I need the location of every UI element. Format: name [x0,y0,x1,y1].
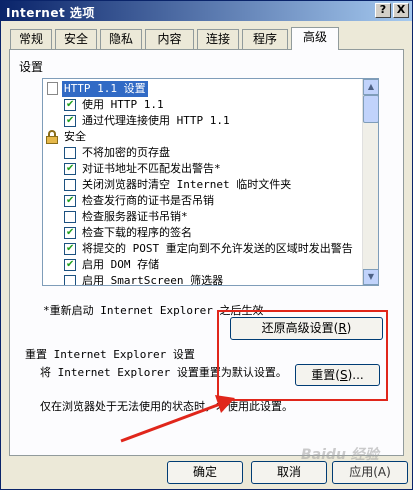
settings-group-label: 设置 [19,60,44,74]
lock-icon [45,130,59,144]
restore-advanced-settings-button[interactable]: 还原高级设置(R) [230,317,383,340]
scrollbar[interactable]: ▲ ▼ [362,79,378,285]
tab-content[interactable]: 内容 [145,29,194,49]
reset-button-accel: S [339,368,348,382]
reset-description: 将 Internet Explorer 设置重置为默认设置。 [40,366,287,379]
cancel-button[interactable]: 取消 [251,461,327,484]
list-item[interactable]: 启用 SmartScreen 筛选器 [43,273,363,286]
checkbox[interactable] [64,113,76,129]
tab-security[interactable]: 安全 [55,29,97,49]
list-item-label: 检查发行商的证书是否吊销 [82,194,214,207]
window-title: Internet 选项 [6,6,95,20]
list-item[interactable]: 不将加密的页存盘 [43,145,363,161]
list-item-label: 将提交的 POST 重定向到不允许发送的区域时发出警告 [82,242,353,255]
close-button[interactable]: X [393,3,409,18]
settings-list[interactable]: HTTP 1.1 设置 使用 HTTP 1.1 通过代理连接使用 HTTP 1.… [42,78,379,286]
internet-options-dialog: Internet 选项 ? X 常规 安全 隐私 内容 连接 程序 高级 设置 … [0,0,413,490]
list-item-label: 检查下载的程序的签名 [82,226,192,239]
restore-button-accel: R [338,321,347,335]
tab-programs[interactable]: 程序 [242,29,288,49]
list-item[interactable]: 将提交的 POST 重定向到不允许发送的区域时发出警告 [43,241,363,257]
apply-button[interactable]: 应用(A) [332,461,408,484]
checkbox[interactable] [64,225,76,241]
checkbox[interactable] [64,211,76,223]
list-item[interactable]: 使用 HTTP 1.1 [43,97,363,113]
checkbox[interactable] [64,97,76,113]
list-item[interactable]: 检查发行商的证书是否吊销 [43,193,363,209]
scroll-up-icon[interactable]: ▲ [363,79,378,95]
tab-privacy[interactable]: 隐私 [100,29,142,49]
list-item[interactable]: 安全 [43,129,363,145]
list-item-label: 检查服务器证书吊销* [82,210,188,223]
reset-button-label: 重置 [311,368,336,382]
tab-general[interactable]: 常规 [10,29,52,49]
checkbox[interactable] [64,241,76,257]
checkbox[interactable] [64,193,76,209]
title-bar: Internet 选项 ? X [1,1,412,21]
ok-button[interactable]: 确定 [167,461,243,484]
checkbox[interactable] [64,179,76,191]
list-item-label: 安全 [64,130,86,143]
list-item[interactable]: 关闭浏览器时清空 Internet 临时文件夹 [43,177,363,193]
tab-advanced[interactable]: 高级 [291,27,339,50]
reset-button[interactable]: 重置(S)... [295,364,380,386]
list-item-label: 关闭浏览器时清空 Internet 临时文件夹 [82,178,292,191]
list-item[interactable]: 检查服务器证书吊销* [43,209,363,225]
checkbox[interactable] [64,161,76,177]
scroll-thumb[interactable] [363,95,378,123]
list-item[interactable]: HTTP 1.1 设置 [43,81,363,97]
tab-connections[interactable]: 连接 [197,29,239,49]
checkbox[interactable] [64,275,76,285]
list-item[interactable]: 启用 DOM 存储 [43,257,363,273]
list-item[interactable]: 检查下载的程序的签名 [43,225,363,241]
checkbox[interactable] [64,147,76,159]
restore-button-label: 还原高级设置 [261,321,334,335]
list-item-label: 对证书地址不匹配发出警告* [82,162,221,175]
list-item-label: 不将加密的页存盘 [82,146,170,159]
reset-button-suffix: ... [352,368,364,382]
list-item-label: 启用 SmartScreen 筛选器 [82,274,224,286]
help-button[interactable]: ? [375,3,391,18]
list-item-label: 通过代理连接使用 HTTP 1.1 [82,114,230,127]
list-item-label: HTTP 1.1 设置 [62,81,148,97]
restart-note: *重新启动 Internet Explorer 之后生效 [43,304,264,317]
list-item[interactable]: 通过代理连接使用 HTTP 1.1 [43,113,363,129]
reset-hint: 仅在浏览器处于无法使用的状态时，才使用此设置。 [40,400,293,413]
list-item[interactable]: 对证书地址不匹配发出警告* [43,161,363,177]
list-item-label: 启用 DOM 存储 [82,258,160,271]
reset-section-title: 重置 Internet Explorer 设置 [25,348,195,361]
checkbox[interactable] [64,257,76,273]
scroll-down-icon[interactable]: ▼ [363,269,378,285]
document-icon [47,82,58,95]
list-item-label: 使用 HTTP 1.1 [82,98,164,111]
